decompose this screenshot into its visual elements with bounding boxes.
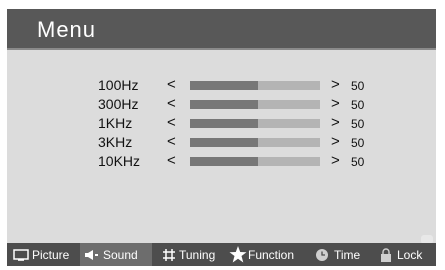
eq-slider-fill [190,100,258,109]
menu-tab-bar: Picture Sound Tuning Function Time Lock [7,243,436,266]
eq-slider-fill [190,157,258,166]
tab-function[interactable]: Function [229,243,294,266]
equalizer-panel: 100Hz < > 50 300Hz < > 50 1KHz < > 50 3K… [7,50,436,243]
tab-sound[interactable]: Sound [80,243,152,266]
eq-slider-track[interactable] [190,157,320,166]
eq-band-label: 10KHz [98,153,141,169]
tab-label: Time [334,247,361,262]
eq-band-100hz[interactable]: 100Hz < > 50 [7,76,436,96]
eq-slider-fill [190,81,258,90]
speaker-icon [84,249,100,261]
clock-icon [315,248,329,262]
eq-band-value: 50 [351,136,365,150]
tab-lock[interactable]: Lock [380,243,422,266]
eq-slider-fill [190,138,258,147]
decrease-arrow[interactable]: < [167,152,176,169]
decrease-arrow[interactable]: < [167,76,176,93]
menu-window: Menu 100Hz < > 50 300Hz < > 50 1KHz < > … [7,9,436,266]
decrease-arrow[interactable]: < [167,114,176,131]
eq-slider-track[interactable] [190,138,320,147]
tv-icon [13,248,29,261]
tab-label: Lock [397,247,423,262]
increase-arrow[interactable]: > [331,76,340,93]
tab-tuning[interactable]: Tuning [162,243,215,266]
increase-arrow[interactable]: > [331,95,340,112]
lock-icon [380,247,392,262]
eq-band-label: 1KHz [98,115,133,131]
eq-band-10khz[interactable]: 10KHz < > 50 [7,152,436,172]
eq-band-value: 50 [351,79,365,93]
increase-arrow[interactable]: > [331,114,340,131]
eq-slider-track[interactable] [190,119,320,128]
eq-band-value: 50 [351,117,365,131]
eq-band-value: 50 [351,155,365,169]
hash-icon [162,248,176,262]
eq-slider-fill [190,119,258,128]
eq-slider-track[interactable] [190,81,320,90]
title-bar: Menu [7,9,436,48]
decrease-arrow[interactable]: < [167,133,176,150]
tab-label: Sound [103,247,138,262]
eq-band-label: 300Hz [98,96,139,112]
eq-band-300hz[interactable]: 300Hz < > 50 [7,95,436,115]
tab-label: Tuning [179,247,216,262]
star-icon [229,246,247,263]
eq-band-value: 50 [351,98,365,112]
eq-band-label: 100Hz [98,77,139,93]
tab-time[interactable]: Time [315,243,360,266]
tab-label: Function [248,247,295,262]
increase-arrow[interactable]: > [331,152,340,169]
tab-label: Picture [32,247,70,262]
increase-arrow[interactable]: > [331,133,340,150]
tab-picture[interactable]: Picture [13,243,69,266]
eq-band-1khz[interactable]: 1KHz < > 50 [7,114,436,134]
eq-band-label: 3KHz [98,134,133,150]
eq-slider-track[interactable] [190,100,320,109]
menu-title: Menu [37,17,97,42]
eq-band-3khz[interactable]: 3KHz < > 50 [7,133,436,153]
decrease-arrow[interactable]: < [167,95,176,112]
